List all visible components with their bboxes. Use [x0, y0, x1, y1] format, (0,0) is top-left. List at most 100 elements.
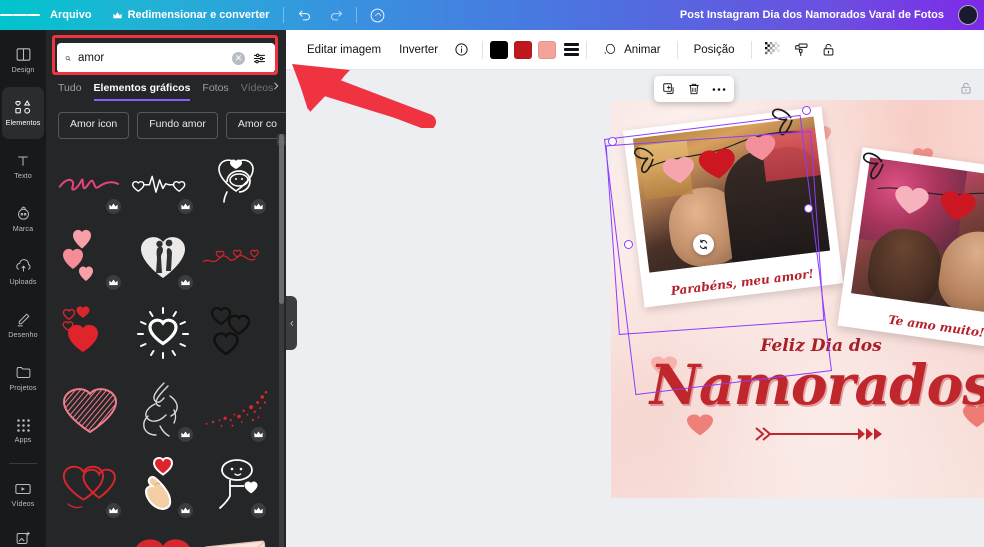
- hamburger-icon[interactable]: [0, 0, 40, 30]
- element-pink-heart-swirl-line[interactable]: [56, 525, 125, 547]
- element-pink-scribble-heart[interactable]: [56, 373, 125, 445]
- element-heartbeat-line-hearts[interactable]: [129, 145, 198, 217]
- selection-handle-bl[interactable]: [624, 240, 633, 249]
- polaroid-photo-right[interactable]: Te amo muito!: [837, 147, 984, 353]
- edit-image-label: Editar imagem: [307, 43, 382, 56]
- left-sidebar: Design Elementos Texto Marca Uploads Des…: [0, 30, 46, 547]
- sidebar-item-apps[interactable]: Apps: [2, 405, 44, 457]
- layout-icon: [16, 48, 30, 62]
- sidebar-item-elementos[interactable]: Elementos: [2, 87, 44, 139]
- position-button[interactable]: Posição: [685, 38, 744, 62]
- canvas-area[interactable]: Parabéns, meu amor! Te amo muito! Feliz …: [286, 70, 984, 547]
- tab-fotos[interactable]: Fotos: [202, 82, 228, 101]
- element-couple-in-heart[interactable]: [129, 221, 198, 293]
- clear-x-icon[interactable]: ✕: [232, 51, 245, 65]
- lock-icon[interactable]: [815, 37, 843, 63]
- menu-redimensionar-label: Redimensionar e converter: [127, 9, 270, 21]
- position-label: Posição: [693, 43, 735, 56]
- sidebar-item-uploads[interactable]: Uploads: [2, 246, 44, 298]
- element-heart-confetti-trail[interactable]: [201, 373, 270, 445]
- element-three-pink-hearts[interactable]: [56, 221, 125, 293]
- design-canvas[interactable]: Parabéns, meu amor! Te amo muito! Feliz …: [611, 100, 984, 498]
- menu-redimensionar[interactable]: Redimensionar e converter: [102, 0, 280, 30]
- element-amor-script-lettering[interactable]: [56, 145, 125, 217]
- sidebar-item-label: Texto: [14, 170, 32, 180]
- toolbar-divider-3: [676, 40, 678, 59]
- element-red-double-heart-line[interactable]: [56, 449, 125, 521]
- avatar[interactable]: [958, 5, 978, 25]
- panel-scrollbar[interactable]: [279, 134, 284, 547]
- pro-crown-badge: [178, 199, 194, 214]
- sidebar-item-label: Elementos: [5, 118, 41, 128]
- sidebar-item-design[interactable]: Design: [2, 34, 44, 86]
- upload-icon: [15, 259, 30, 272]
- filter-sliders-icon[interactable]: [252, 51, 267, 66]
- chip-label: Amor icon: [70, 118, 118, 130]
- flip-label: Inverter: [399, 43, 439, 56]
- canva-editor-window: Arquivo Redimensionar e converter Post I…: [0, 0, 984, 547]
- sidebar-item-marca[interactable]: Marca: [2, 193, 44, 245]
- trash-icon[interactable]: [687, 82, 701, 96]
- animate-button[interactable]: Animar: [594, 36, 669, 63]
- edit-image-button[interactable]: Editar imagem: [298, 38, 390, 62]
- canvas-lock-icon[interactable]: [956, 78, 976, 98]
- paint-roller-icon[interactable]: [787, 37, 815, 63]
- color-swatch-salmon[interactable]: [538, 40, 557, 59]
- element-korean-finger-heart[interactable]: [129, 449, 198, 521]
- flip-button[interactable]: Inverter: [390, 38, 447, 62]
- sidebar-item-videos[interactable]: Vídeos: [2, 468, 44, 520]
- sidebar-item-desenho[interactable]: Desenho: [2, 299, 44, 351]
- element-flork-holding-heart[interactable]: [201, 449, 270, 521]
- apps-grid-icon: [16, 419, 30, 433]
- selection-handle-tl[interactable]: [608, 137, 617, 146]
- brand-icon: [17, 206, 29, 221]
- search-input[interactable]: [71, 52, 232, 64]
- info-icon[interactable]: [447, 37, 475, 63]
- element-red-heart-wave-line[interactable]: [201, 221, 270, 293]
- design-title-line2: Namorados: [649, 352, 984, 417]
- more-ellipsis-icon[interactable]: [712, 87, 726, 92]
- lines-icon[interactable]: [564, 43, 580, 56]
- pro-crown-badge: [105, 275, 121, 290]
- tab-tudo[interactable]: Tudo: [58, 82, 82, 101]
- chip-amor-icon[interactable]: Amor icon: [58, 112, 130, 139]
- chevron-right-icon[interactable]: [271, 78, 281, 96]
- panel-collapse-handle[interactable]: [286, 296, 297, 350]
- editor-toolbar: Editar imagem Inverter Animar Posição: [286, 30, 984, 70]
- tab-label: Fotos: [202, 82, 229, 94]
- selection-handle-tr[interactable]: [802, 106, 811, 115]
- element-shining-white-heart[interactable]: [129, 297, 198, 369]
- transparency-checker-icon[interactable]: [759, 37, 787, 63]
- undo-icon[interactable]: [288, 0, 320, 30]
- chip-fundo-amor[interactable]: Fundo amor: [137, 112, 218, 139]
- search-box[interactable]: ✕: [57, 43, 275, 73]
- menu-arquivo[interactable]: Arquivo: [40, 0, 102, 30]
- color-swatch-black[interactable]: [490, 40, 509, 59]
- scrollbar-thumb[interactable]: [279, 134, 284, 304]
- element-black-outline-hearts[interactable]: [201, 297, 270, 369]
- color-swatch-dark-red[interactable]: [514, 40, 533, 59]
- toolbar-divider: [283, 7, 285, 23]
- sidebar-item-midia-magica[interactable]: Mídia Mágica: [2, 521, 44, 547]
- crown-icon: [112, 11, 122, 18]
- pro-crown-badge: [105, 199, 121, 214]
- element-flork-heart-doodle[interactable]: [201, 145, 270, 217]
- sidebar-item-texto[interactable]: Texto: [2, 140, 44, 192]
- redo-icon[interactable]: [320, 0, 352, 30]
- element-red-hearts-cluster[interactable]: [56, 297, 125, 369]
- rotate-handle-icon[interactable]: [693, 234, 714, 255]
- cloud-sync-icon[interactable]: [361, 0, 393, 30]
- folder-icon: [16, 367, 30, 379]
- selection-handle-br[interactable]: [804, 204, 813, 213]
- tab-videos[interactable]: Vídeos: [241, 82, 274, 101]
- element-float-toolbar[interactable]: [654, 76, 734, 102]
- duplicate-icon[interactable]: [662, 82, 676, 96]
- sidebar-item-projetos[interactable]: Projetos: [2, 352, 44, 404]
- text-icon: [18, 156, 28, 166]
- element-holding-hands-sketch[interactable]: [129, 373, 198, 445]
- video-icon: [15, 483, 31, 494]
- element-solid-red-heart[interactable]: [129, 525, 198, 547]
- element-love-letter-envelope[interactable]: [201, 525, 270, 547]
- pro-crown-badge: [178, 275, 194, 290]
- tab-elementos-graficos[interactable]: Elementos gráficos: [93, 82, 191, 101]
